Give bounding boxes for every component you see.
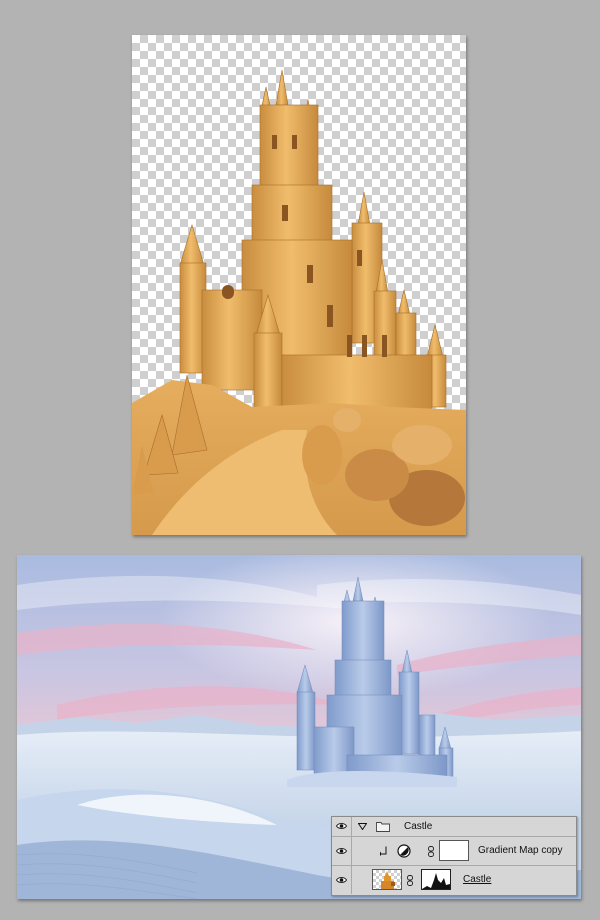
layer-name[interactable]: Castle bbox=[463, 874, 491, 885]
layers-panel: Castle Gradient Map copy Castle bbox=[331, 816, 577, 896]
eye-icon[interactable] bbox=[336, 822, 347, 830]
visibility-toggle[interactable] bbox=[332, 817, 352, 836]
layer-row-castle[interactable]: Castle bbox=[332, 866, 576, 894]
source-castle-canvas[interactable] bbox=[132, 35, 466, 535]
layer-name[interactable]: Gradient Map copy bbox=[478, 845, 563, 856]
layer-row-group[interactable]: Castle bbox=[332, 817, 576, 837]
castle-mask-icon bbox=[422, 873, 450, 889]
eye-icon[interactable] bbox=[336, 876, 347, 884]
chain-link-icon[interactable] bbox=[407, 875, 413, 886]
eye-icon[interactable] bbox=[336, 847, 347, 855]
layer-name[interactable]: Castle bbox=[404, 821, 432, 832]
visibility-toggle[interactable] bbox=[332, 837, 352, 865]
layer-row-adjustment[interactable]: Gradient Map copy bbox=[332, 837, 576, 866]
visibility-toggle[interactable] bbox=[332, 866, 352, 894]
castle-thumbnail-icon bbox=[381, 871, 395, 889]
layer-thumbnail[interactable] bbox=[372, 869, 402, 890]
chain-link-icon[interactable] bbox=[428, 846, 434, 857]
layer-mask-thumbnail[interactable] bbox=[421, 869, 451, 890]
folder-icon bbox=[376, 822, 390, 832]
adjustment-mask-thumbnail[interactable] bbox=[439, 840, 469, 861]
clipping-arrow-icon bbox=[380, 846, 387, 856]
sand-castle-image bbox=[132, 69, 466, 535]
adjustment-circle-icon bbox=[397, 844, 411, 858]
triangle-down-icon[interactable] bbox=[358, 823, 367, 830]
